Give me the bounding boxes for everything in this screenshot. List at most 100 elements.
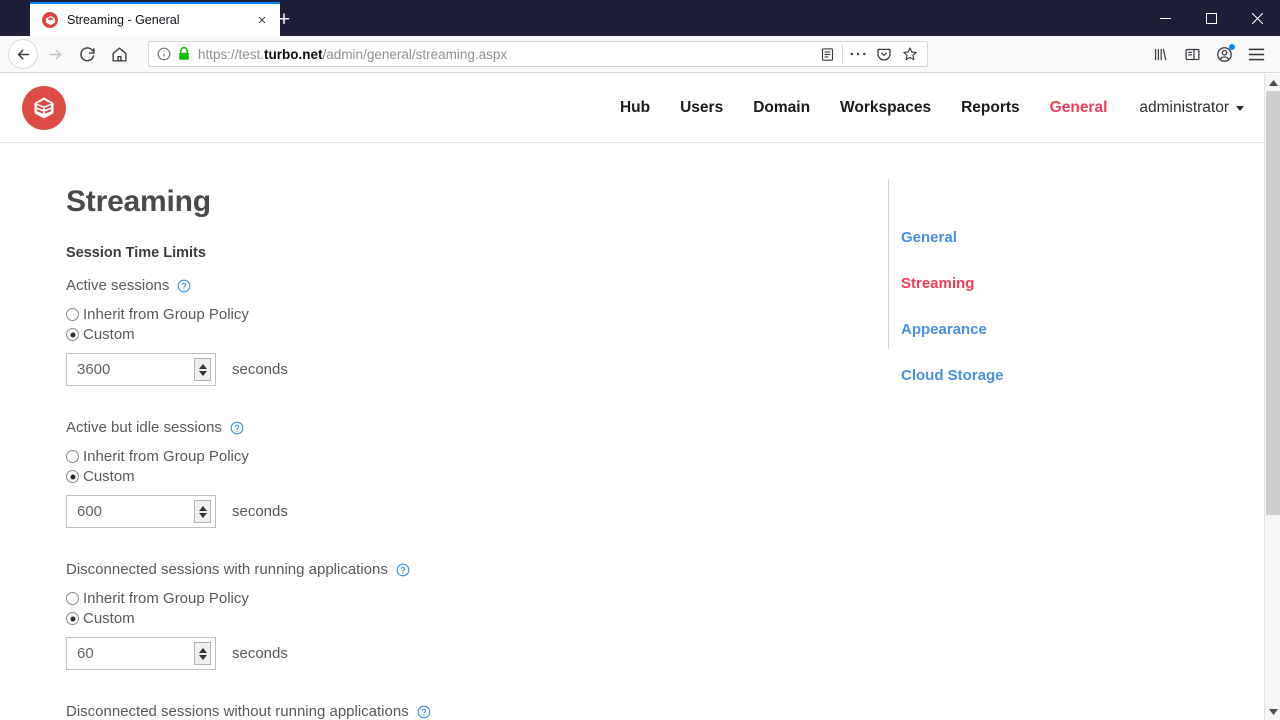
account-notification-badge	[1229, 44, 1235, 50]
scrollbar-thumb[interactable]	[1266, 91, 1280, 515]
radio-label: Inherit from Group Policy	[83, 590, 249, 607]
radio-button[interactable]	[66, 450, 79, 463]
nav-item-reports[interactable]: Reports	[961, 99, 1020, 117]
field-label-text: Active but idle sessions	[66, 419, 222, 436]
radio-button[interactable]	[66, 308, 79, 321]
account-menu-label: administrator	[1139, 99, 1229, 116]
unit-label: seconds	[232, 503, 288, 520]
radio-label: Inherit from Group Policy	[83, 448, 249, 465]
seconds-input-active-idle-sessions[interactable]: 600	[66, 495, 216, 528]
spinner-down-icon[interactable]	[198, 370, 207, 376]
unit-label: seconds	[232, 645, 288, 662]
radio-label: Custom	[83, 326, 135, 343]
radio-button-selected[interactable]	[66, 470, 79, 483]
window-controls	[1142, 0, 1280, 36]
sidebar-icon[interactable]	[1176, 39, 1208, 69]
field-label: Disconnected sessions without running ap…	[66, 703, 880, 720]
address-bar[interactable]: https://test.turbo.net/admin/general/str…	[148, 41, 928, 67]
radio-custom-disconnected-with-apps[interactable]: Custom	[66, 610, 880, 627]
help-circle-icon[interactable]	[230, 421, 244, 435]
tab-favicon-icon	[42, 12, 58, 28]
library-icon[interactable]	[1144, 39, 1176, 69]
sidebar-item-streaming[interactable]: Streaming	[901, 275, 1218, 292]
setting-group-active-sessions: Active sessions Inherit from Group Polic…	[66, 277, 880, 386]
pocket-icon[interactable]	[871, 42, 897, 66]
radio-inherit-active-idle-sessions[interactable]: Inherit from Group Policy	[66, 448, 880, 465]
page-scrollbar[interactable]	[1264, 74, 1280, 720]
field-label: Active sessions	[66, 277, 880, 294]
radio-label: Custom	[83, 468, 135, 485]
new-tab-button[interactable]: +	[268, 4, 300, 34]
sidebar-item-general[interactable]: General	[901, 229, 1218, 246]
close-button[interactable]	[1234, 0, 1280, 36]
scrollbar-up-arrow-icon[interactable]	[1265, 74, 1280, 91]
sidebar-item-appearance[interactable]: Appearance	[901, 321, 1218, 338]
url-text[interactable]: https://test.turbo.net/admin/general/str…	[198, 47, 814, 62]
seconds-input-disconnected-with-apps[interactable]: 60	[66, 637, 216, 670]
app-navbar: Hub Users Domain Workspaces Reports Gene…	[0, 74, 1264, 143]
spinner-arrows-icon[interactable]	[194, 642, 211, 665]
help-circle-icon[interactable]	[417, 705, 431, 719]
bookmark-star-icon[interactable]	[897, 42, 923, 66]
spinner-down-icon[interactable]	[198, 512, 207, 518]
input-value: 60	[77, 645, 94, 662]
help-circle-icon[interactable]	[177, 279, 191, 293]
settings-sidebar: General Streaming Appearance Cloud Stora…	[888, 179, 1218, 384]
chevron-down-icon	[1236, 105, 1244, 111]
back-button[interactable]	[8, 39, 38, 69]
section-title-session-time-limits: Session Time Limits	[66, 245, 206, 261]
scrollbar-down-arrow-icon[interactable]	[1265, 703, 1280, 720]
sidebar-item-cloud-storage[interactable]: Cloud Storage	[901, 367, 1218, 384]
radio-button[interactable]	[66, 592, 79, 605]
spinner-down-icon[interactable]	[198, 654, 207, 660]
help-circle-icon[interactable]	[396, 563, 410, 577]
input-value: 600	[77, 503, 103, 520]
app-nav-links: Hub Users Domain Workspaces Reports Gene…	[590, 99, 1244, 117]
reader-view-icon[interactable]	[814, 42, 840, 66]
radio-inherit-active-sessions[interactable]: Inherit from Group Policy	[66, 306, 880, 323]
nav-item-general[interactable]: General	[1050, 99, 1108, 117]
browser-toolbar: https://test.turbo.net/admin/general/str…	[0, 36, 1280, 73]
lock-icon	[178, 47, 190, 61]
turbo-net-logo-icon[interactable]	[22, 86, 66, 130]
minimize-button[interactable]	[1142, 0, 1188, 36]
maximize-button[interactable]	[1188, 0, 1234, 36]
radio-inherit-disconnected-with-apps[interactable]: Inherit from Group Policy	[66, 590, 880, 607]
value-row: 600 seconds	[66, 495, 880, 528]
radio-custom-active-idle-sessions[interactable]: Custom	[66, 468, 880, 485]
spinner-up-icon[interactable]	[198, 505, 207, 511]
field-label: Disconnected sessions with running appli…	[66, 561, 880, 578]
nav-item-users[interactable]: Users	[680, 99, 723, 117]
spinner-up-icon[interactable]	[198, 363, 207, 369]
toolbar-right-icons	[1144, 39, 1272, 69]
spinner-up-icon[interactable]	[198, 647, 207, 653]
spinner-arrows-icon[interactable]	[194, 500, 211, 523]
home-button[interactable]	[104, 39, 134, 69]
spinner-arrows-icon[interactable]	[194, 358, 211, 381]
nav-item-workspaces[interactable]: Workspaces	[840, 99, 931, 117]
menu-icon[interactable]	[1240, 39, 1272, 69]
reload-button[interactable]	[72, 39, 102, 69]
browser-tab[interactable]: Streaming - General ×	[30, 2, 280, 36]
radio-button-selected[interactable]	[66, 328, 79, 341]
page-actions-icon[interactable]	[845, 42, 871, 66]
value-row: 60 seconds	[66, 637, 880, 670]
nav-item-hub[interactable]: Hub	[620, 99, 650, 117]
account-icon[interactable]	[1208, 39, 1240, 69]
browser-titlebar: Streaming - General × +	[0, 0, 1280, 36]
page-title: Streaming	[66, 185, 211, 218]
page-info-icon[interactable]	[157, 47, 171, 61]
divider	[842, 45, 843, 63]
seconds-input-active-sessions[interactable]: 3600	[66, 353, 216, 386]
field-label-text: Disconnected sessions without running ap…	[66, 703, 409, 720]
nav-item-domain[interactable]: Domain	[753, 99, 810, 117]
tab-title: Streaming - General	[67, 13, 180, 27]
unit-label: seconds	[232, 361, 288, 378]
radio-custom-active-sessions[interactable]: Custom	[66, 326, 880, 343]
field-label-text: Disconnected sessions with running appli…	[66, 561, 388, 578]
radio-label: Inherit from Group Policy	[83, 306, 249, 323]
account-menu[interactable]: administrator	[1139, 99, 1244, 117]
radio-label: Custom	[83, 610, 135, 627]
radio-button-selected[interactable]	[66, 612, 79, 625]
web-page: Hub Users Domain Workspaces Reports Gene…	[0, 74, 1264, 720]
